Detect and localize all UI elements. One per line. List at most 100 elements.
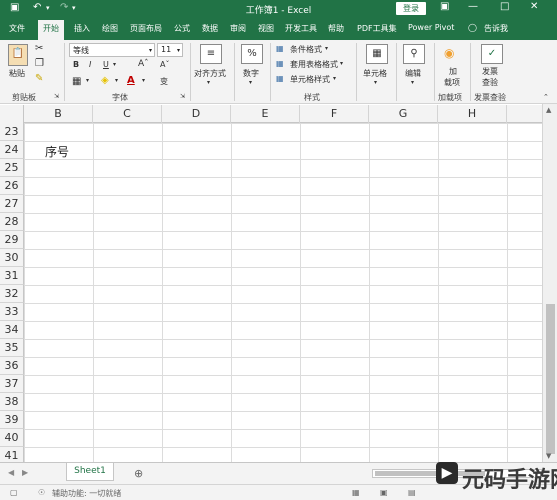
maximize-icon[interactable]: □	[500, 1, 509, 12]
accessibility-icon[interactable]: ☉	[38, 488, 45, 497]
column-header-c[interactable]: C	[93, 105, 162, 123]
find-icon[interactable]: ⚲	[403, 44, 425, 64]
dialog-launcher-icon[interactable]: ⇲	[54, 93, 59, 100]
underline-button[interactable]: U	[103, 60, 109, 69]
row-header-32[interactable]: 32	[0, 285, 24, 303]
collapse-ribbon-icon[interactable]: ⌃	[543, 93, 549, 101]
close-icon[interactable]: ✕	[530, 1, 538, 12]
clipboard-icon[interactable]: 📋	[8, 44, 28, 66]
row-header-39[interactable]: 39	[0, 411, 24, 429]
add-ins-button[interactable]: 加	[449, 66, 457, 77]
sheet-tab-sheet1[interactable]: Sheet1	[66, 463, 114, 481]
scroll-up-icon[interactable]: ▲	[546, 106, 551, 114]
chevron-down-icon[interactable]: ▾	[374, 79, 377, 86]
tab-file[interactable]: 文件	[9, 23, 25, 34]
number-button[interactable]: 数字	[243, 68, 259, 79]
lightbulb-icon[interactable]: ◯	[468, 23, 477, 32]
tab-tell-me[interactable]: 告诉我	[484, 23, 508, 34]
font-name-field[interactable]: 等线 ▾	[69, 43, 155, 57]
row-header-27[interactable]: 27	[0, 195, 24, 213]
row-header-26[interactable]: 26	[0, 177, 24, 195]
border-icon[interactable]: ▦	[72, 76, 81, 87]
chevron-down-icon[interactable]: ▾	[325, 45, 328, 52]
add-ins-button-line2[interactable]: 载项	[444, 77, 460, 88]
sheet-prev-icon[interactable]: ◀	[8, 468, 14, 477]
vertical-scroll-thumb[interactable]	[546, 304, 555, 454]
cells-icon[interactable]: ▦	[366, 44, 388, 64]
tab-review[interactable]: 审阅	[230, 23, 246, 34]
chevron-down-icon[interactable]: ▾	[115, 77, 118, 84]
row-header-25[interactable]: 25	[0, 159, 24, 177]
chevron-down-icon[interactable]: ▾	[86, 77, 89, 84]
tab-power-pivot[interactable]: Power Pivot	[408, 23, 454, 32]
row-header-36[interactable]: 36	[0, 357, 24, 375]
macro-record-icon[interactable]: ▢	[10, 488, 18, 497]
row-header-34[interactable]: 34	[0, 321, 24, 339]
editing-button[interactable]: 编辑	[405, 68, 421, 79]
table-format-icon[interactable]: ▦	[276, 59, 284, 68]
invoice-check-button-line2[interactable]: 查验	[482, 77, 498, 88]
font-color-icon[interactable]: A	[127, 75, 135, 86]
column-header-d[interactable]: D	[162, 105, 231, 123]
chevron-down-icon[interactable]: ▾	[207, 79, 210, 86]
tab-home[interactable]: 开始	[38, 20, 64, 40]
sheet-next-icon[interactable]: ▶	[22, 468, 28, 477]
vertical-scrollbar[interactable]: ▲ ▼	[542, 104, 557, 462]
cut-icon[interactable]: ✂	[35, 43, 43, 54]
column-header-b[interactable]: B	[24, 105, 93, 123]
alignment-button[interactable]: 对齐方式	[194, 68, 226, 79]
chevron-down-icon[interactable]: ▾	[249, 79, 252, 86]
cells-area[interactable]: 序号	[24, 123, 542, 462]
bold-button[interactable]: B	[73, 60, 79, 69]
italic-button[interactable]: I	[89, 60, 91, 69]
minimize-icon[interactable]: —	[468, 1, 478, 12]
tab-draw[interactable]: 绘图	[102, 23, 118, 34]
accessibility-status[interactable]: 辅助功能: 一切就绪	[52, 488, 121, 499]
tab-formulas[interactable]: 公式	[174, 23, 190, 34]
add-sheet-icon[interactable]: ⊕	[134, 467, 143, 480]
select-all-corner[interactable]	[0, 105, 24, 123]
row-header-37[interactable]: 37	[0, 375, 24, 393]
decrease-font-icon[interactable]: Aˇ	[160, 60, 169, 69]
phonetic-icon[interactable]: 变	[160, 76, 168, 87]
login-button[interactable]: 登录	[396, 2, 426, 15]
page-layout-view-icon[interactable]: ▣	[380, 488, 388, 497]
tab-help[interactable]: 帮助	[328, 23, 344, 34]
format-painter-icon[interactable]: ✎	[35, 73, 43, 84]
conditional-format-button[interactable]: 条件格式	[290, 44, 322, 55]
cell-style-button[interactable]: 单元格样式	[290, 74, 330, 85]
row-header-30[interactable]: 30	[0, 249, 24, 267]
row-header-35[interactable]: 35	[0, 339, 24, 357]
invoice-check-icon[interactable]: ✓	[481, 44, 503, 64]
page-break-view-icon[interactable]: ▤	[408, 488, 416, 497]
column-header-next[interactable]	[507, 105, 542, 123]
row-header-24[interactable]: 24	[0, 141, 24, 159]
column-header-e[interactable]: E	[231, 105, 300, 123]
tab-developer[interactable]: 开发工具	[285, 23, 317, 34]
fill-color-icon[interactable]: ◈	[101, 75, 109, 86]
row-header-31[interactable]: 31	[0, 267, 24, 285]
tab-page-layout[interactable]: 页面布局	[130, 23, 162, 34]
row-header-23[interactable]: 23	[0, 123, 24, 141]
dialog-launcher-icon[interactable]: ⇲	[180, 93, 185, 100]
worksheet-grid[interactable]: BCDEFGH 23 24 25 26 27 28 29 30 31 32 33 34 35 36 37 38…	[0, 105, 542, 462]
align-icon[interactable]: ≡	[200, 44, 222, 64]
cells-button[interactable]: 单元格	[363, 68, 387, 79]
row-header-29[interactable]: 29	[0, 231, 24, 249]
increase-font-icon[interactable]: Aˆ	[138, 59, 149, 69]
invoice-check-button[interactable]: 发票	[482, 66, 498, 77]
tab-data[interactable]: 数据	[202, 23, 218, 34]
tab-pdf-tools[interactable]: PDF工具集	[357, 23, 397, 34]
conditional-format-icon[interactable]: ▦	[276, 44, 284, 53]
column-header-h[interactable]: H	[438, 105, 507, 123]
tab-insert[interactable]: 插入	[74, 23, 90, 34]
row-header-28[interactable]: 28	[0, 213, 24, 231]
chevron-down-icon[interactable]: ▾	[411, 79, 414, 86]
column-header-f[interactable]: F	[300, 105, 369, 123]
font-size-field[interactable]: 11 ▾	[157, 43, 183, 57]
chevron-down-icon[interactable]: ▾	[113, 61, 116, 68]
percent-icon[interactable]: %	[241, 44, 263, 64]
table-format-button[interactable]: 套用表格格式	[290, 59, 338, 70]
normal-view-icon[interactable]: ▦	[352, 488, 360, 497]
row-header-38[interactable]: 38	[0, 393, 24, 411]
